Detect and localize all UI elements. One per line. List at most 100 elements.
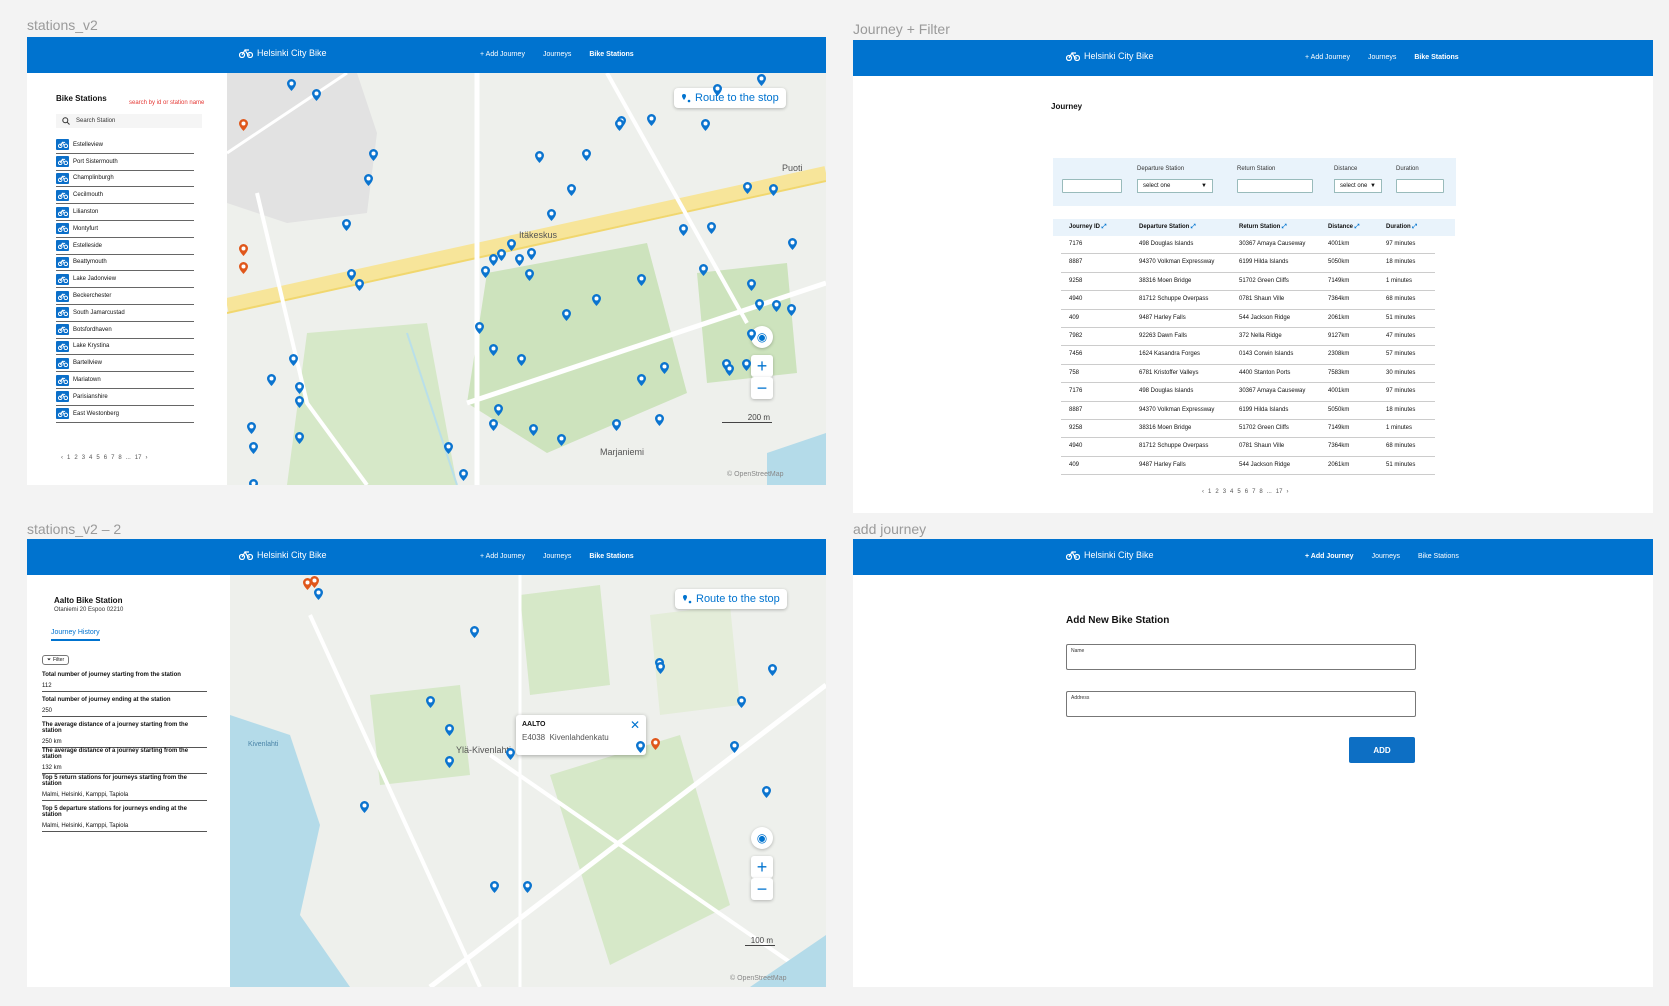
map-pin-icon[interactable] [637,273,646,286]
map-pin-icon[interactable] [762,785,771,798]
map-pin-icon[interactable] [582,148,591,161]
route-to-stop-button[interactable]: Route to the stop [674,88,786,108]
map-pin-icon[interactable] [287,78,296,91]
route-to-stop-button[interactable]: Route to the stop [675,589,787,609]
map-pin-icon[interactable] [707,221,716,234]
map-pin-icon[interactable] [490,880,499,893]
map-pin-icon[interactable] [312,88,321,101]
nav-journeys[interactable]: Journeys [543,51,571,58]
station-list-item[interactable]: Beattymouth [56,255,194,272]
map-pin-icon[interactable] [489,343,498,356]
nav-add-journey[interactable]: + Add Journey [1305,54,1350,61]
map-pin-icon[interactable] [249,441,258,454]
station-list-item[interactable]: Lake Jadonview [56,271,194,289]
table-row[interactable]: 7456 1624 Kasandra Forges 0143 Corwin Isla… [1061,346,1435,365]
map-pin-icon[interactable] [289,353,298,366]
name-field[interactable]: Name [1066,644,1416,670]
page-number[interactable]: 17 [1276,489,1283,495]
map-pin-icon[interactable] [445,755,454,768]
map-pin-icon[interactable] [747,328,756,341]
page-number[interactable]: 5 [1237,489,1240,495]
map-pin-icon[interactable] [369,148,378,161]
page-number[interactable]: 6 [104,455,107,461]
page-number[interactable]: 4 [89,455,92,461]
station-list-item[interactable]: Montyfurt [56,221,194,238]
map-pin-icon[interactable] [444,441,453,454]
column-header[interactable]: Journey ID ⤢ [1069,224,1107,231]
zoom-in-button[interactable]: + [751,856,773,878]
map-pin-icon[interactable] [494,403,503,416]
map-pin-icon[interactable] [515,253,524,266]
map-pin-icon[interactable] [747,278,756,291]
map-pin-icon[interactable] [506,747,515,760]
page-number[interactable]: 2 [1215,489,1218,495]
station-map[interactable]: Ylä-Kivenlahti Kivenlahti Route to the s… [230,575,826,987]
map-pin-icon[interactable] [557,433,566,446]
filter-button[interactable]: ⏷ Filter [42,655,70,665]
page-number[interactable]: 6 [1245,489,1248,495]
map-pin-icon[interactable] [679,223,688,236]
nav-journeys[interactable]: Journeys [1368,54,1396,61]
page-number[interactable]: 7 [1252,489,1255,495]
map-pin-icon[interactable] [470,625,479,638]
station-list-item[interactable]: South Jamarcustad [56,305,194,322]
map-pin-icon[interactable] [475,321,484,334]
map-pin-icon[interactable] [529,423,538,436]
map-pin-icon[interactable] [239,261,248,274]
table-row[interactable]: 409 9487 Harley Falls 544 Jackson Ridge 206… [1061,310,1435,328]
page-number[interactable]: 8 [118,455,121,461]
prev-page[interactable]: ‹ [61,455,63,461]
map-pin-icon[interactable] [239,118,248,131]
map-pin-icon[interactable] [481,265,490,278]
map-pin-icon[interactable] [701,118,710,131]
map-pin-icon[interactable] [497,248,506,261]
map-pin-icon[interactable] [445,723,454,736]
map-pin-icon[interactable] [295,431,304,444]
table-row[interactable]: 758 6781 Kristoffer Valleys 4400 Stanton P… [1061,365,1435,384]
map-pin-icon[interactable] [342,218,351,231]
map-pin-icon[interactable] [742,358,751,371]
map-pin-icon[interactable] [592,293,601,306]
table-row[interactable]: 9258 38316 Moen Bridge 51702 Green Cliffs 7… [1061,273,1435,292]
map-pin-icon[interactable] [517,353,526,366]
column-header[interactable]: Departure Station ⤢ [1139,224,1196,231]
search-input[interactable]: Search Station [76,118,115,124]
close-icon[interactable]: ✕ [630,718,640,732]
column-header[interactable]: Duration ⤢ [1386,224,1417,231]
map-pin-icon[interactable] [295,395,304,408]
map-pin-icon[interactable] [636,740,645,753]
station-list-item[interactable]: Mariatown [56,372,194,389]
nav-add-journey[interactable]: + Add Journey [1305,553,1354,560]
station-list-item[interactable]: Cecilmouth [56,187,194,205]
station-list-item[interactable]: East Westonberg [56,406,194,423]
nav-bike-stations[interactable]: Bike Stations [1414,54,1458,61]
page-number[interactable]: 4 [1230,489,1233,495]
map-pin-icon[interactable] [525,268,534,281]
map-pin-icon[interactable] [426,695,435,708]
zoom-out-button[interactable]: − [751,878,773,900]
map-pin-icon[interactable] [295,381,304,394]
station-list-item[interactable]: Port Sistermouth [56,154,194,171]
map-pin-icon[interactable] [655,413,664,426]
map-pin-icon[interactable] [612,418,621,431]
map-pin-icon[interactable] [743,181,752,194]
brand[interactable]: Helsinki City Bike [1066,51,1154,61]
station-list-item[interactable]: Beckerchester [56,288,194,305]
map-pin-icon[interactable] [699,263,708,276]
map-pin-icon[interactable] [656,661,665,674]
map-pin-icon[interactable] [769,183,778,196]
map-attribution[interactable]: © OpenStreetMap [730,975,787,982]
map-pin-icon[interactable] [360,800,369,813]
map-pin-icon[interactable] [787,303,796,316]
nav-bike-stations[interactable]: Bike Stations [589,553,633,560]
map-pin-icon[interactable] [239,243,248,256]
page-number[interactable]: 2 [74,455,77,461]
stations-map[interactable]: Itäkeskus Marjaniemi Puoti Route to the … [227,73,826,485]
table-row[interactable]: 4940 81712 Schuppe Overpass 0781 Shaun Vil… [1061,438,1435,457]
map-pin-icon[interactable] [523,880,532,893]
zoom-in-button[interactable]: + [751,355,773,377]
table-row[interactable]: 7176 498 Douglas Islands 30367 Amaya Cause… [1061,236,1435,255]
map-pin-icon[interactable] [615,118,624,131]
map-pin-icon[interactable] [310,575,319,588]
page-number[interactable]: 8 [1259,489,1262,495]
